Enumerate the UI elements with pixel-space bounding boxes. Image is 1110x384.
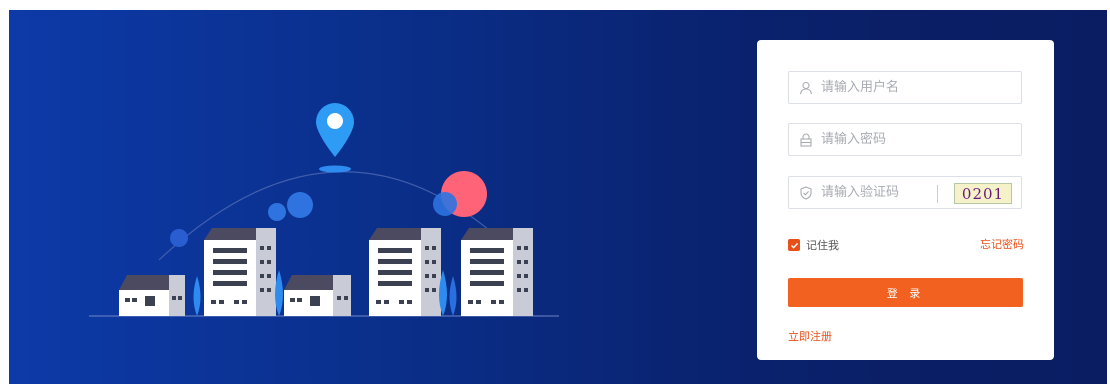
captcha-divider xyxy=(937,185,938,203)
lock-icon xyxy=(800,133,812,147)
forgot-password-link[interactable]: 忘记密码 xyxy=(980,236,1024,252)
user-icon xyxy=(799,81,813,95)
captcha-image[interactable]: 0201 xyxy=(954,183,1012,204)
location-pin-icon xyxy=(316,103,354,173)
remember-checkbox[interactable] xyxy=(788,239,800,251)
check-icon xyxy=(790,242,798,249)
username-input[interactable] xyxy=(821,72,951,103)
username-field[interactable] xyxy=(788,71,1022,104)
login-button[interactable]: 登 录 xyxy=(788,278,1023,307)
login-panel: 0201 记住我 忘记密码 登 录 立即注册 xyxy=(757,40,1054,360)
password-field[interactable] xyxy=(788,123,1022,156)
register-link[interactable]: 立即注册 xyxy=(788,328,832,344)
city-illustration xyxy=(89,103,559,317)
remember-me[interactable]: 记住我 xyxy=(788,237,839,253)
captcha-input[interactable] xyxy=(821,177,931,208)
captcha-field[interactable]: 0201 xyxy=(788,176,1022,209)
shield-icon xyxy=(800,186,812,200)
remember-label: 记住我 xyxy=(806,239,839,252)
password-input[interactable] xyxy=(821,124,951,155)
